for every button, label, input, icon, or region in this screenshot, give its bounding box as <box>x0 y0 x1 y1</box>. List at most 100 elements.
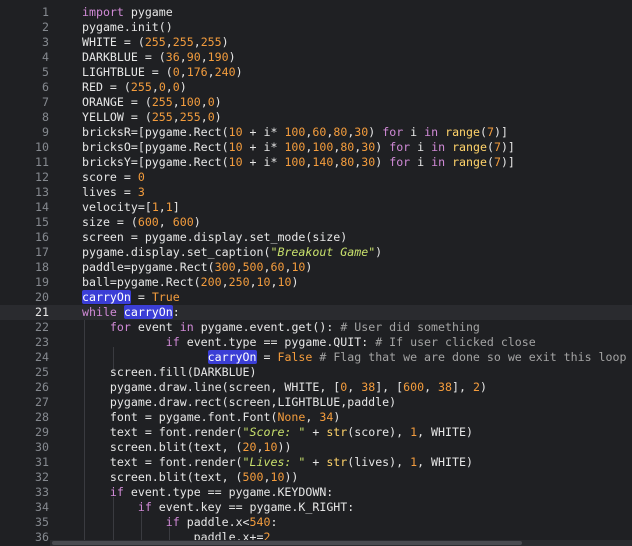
code-line[interactable]: 27 pygame.draw.rect(screen,LIGHTBLUE,pad… <box>0 395 632 410</box>
code-text: , <box>221 275 229 289</box>
keyword: while <box>82 305 117 319</box>
code-line[interactable]: 28 font = pygame.font.Font(None, 34) <box>0 410 632 425</box>
code-line[interactable]: 14 velocity=[1,1] <box>0 200 632 215</box>
literal: 7 <box>493 140 501 154</box>
code-line[interactable]: 12 score = 0 <box>0 170 632 185</box>
code-text: ) <box>305 260 313 274</box>
code-line[interactable]: 8 YELLOW = (255,255,0) <box>0 110 632 125</box>
code-line[interactable]: 7 ORANGE = (255,100,0) <box>0 95 632 110</box>
literal: 80 <box>333 125 348 139</box>
code-text: (lives), <box>347 455 411 469</box>
code-line[interactable]: 10 bricksO=[pygame.Rect(10 + i* 100,100,8… <box>0 140 632 155</box>
literal: 540 <box>249 515 271 529</box>
code-text: , <box>207 65 215 79</box>
code-line[interactable]: 25 screen.fill(DARKBLUE) <box>0 365 632 380</box>
code-line[interactable]: 3 WHITE = (255,255,255) <box>0 35 632 50</box>
code-line[interactable]: 13 lives = 3 <box>0 185 632 200</box>
code-line[interactable]: 20 carryOn = True <box>0 290 632 305</box>
literal: 140 <box>312 155 334 169</box>
code-line[interactable]: 1 import pygame <box>0 5 632 20</box>
code-text: : <box>172 305 180 319</box>
code-text: )) <box>284 470 299 484</box>
line-number: 36 <box>35 530 49 544</box>
keyword: in <box>431 140 446 154</box>
line-number: 4 <box>42 50 49 64</box>
code-text: ) <box>214 95 222 109</box>
scrollbar-thumb[interactable] <box>52 541 522 545</box>
code-text: , <box>172 95 180 109</box>
highlighted-variable: carryOn <box>123 305 173 319</box>
line-number: 31 <box>35 455 49 469</box>
line-number: 1 <box>42 5 49 19</box>
code-line[interactable]: 19 ball=pygame.Rect(200,250,10,10) <box>0 275 632 290</box>
builtin: range <box>452 140 487 154</box>
code-line[interactable]: 18 paddle=pygame.Rect(300,500,60,10) <box>0 260 632 275</box>
code-content: bricksR=[pygame.Rect(10 + i* 100,60,80,3… <box>82 125 508 140</box>
code-text: , <box>235 260 243 274</box>
code-line[interactable]: 26 pygame.draw.line(screen, WHITE, [0, 3… <box>0 380 632 395</box>
code-text: )] <box>493 125 508 139</box>
literal: True <box>151 290 180 304</box>
code-line[interactable]: 24 carryOn = False # Flag that we are do… <box>0 350 632 365</box>
horizontal-scrollbar[interactable] <box>50 540 632 546</box>
code-text: ball=pygame.Rect( <box>82 275 201 289</box>
code-line[interactable]: 33 if event.type == pygame.KEYDOWN: <box>0 485 632 500</box>
code-line[interactable]: 11 bricksY=[pygame.Rect(10 + i* 100,140,8… <box>0 155 632 170</box>
code-text: ( <box>486 155 494 169</box>
code-text: , WHITE) <box>417 425 473 439</box>
code-line[interactable]: 23 if event.type == pygame.QUIT: # If us… <box>0 335 632 350</box>
code-text: LIGHTBLUE = ( <box>82 65 173 79</box>
code-content: carryOn = True <box>82 290 180 305</box>
code-text: ) <box>368 125 383 139</box>
code-line[interactable]: 16 screen = pygame.display.set_mode(size) <box>0 230 632 245</box>
keyword: in <box>424 125 439 139</box>
code-line[interactable]: 4 DARKBLUE = (36,90,190) <box>0 50 632 65</box>
keyword: for <box>109 320 131 334</box>
code-text: + i* <box>242 140 285 154</box>
code-text: ) <box>291 275 299 289</box>
code-line[interactable]: 17 pygame.display.set_caption("Breakout G… <box>0 245 632 260</box>
keyword: in <box>431 155 446 169</box>
literal: 200 <box>200 275 222 289</box>
code-line[interactable]: 29 text = font.render("Score: " + str(sc… <box>0 425 632 440</box>
code-content: size = (600, 600) <box>82 215 201 230</box>
code-text: i <box>410 155 432 169</box>
highlighted-variable: carryOn <box>207 350 257 364</box>
code-text: event.type == pygame.QUIT: <box>179 335 376 349</box>
code-line[interactable]: 35 if paddle.x<540: <box>0 515 632 530</box>
keyword: if <box>109 485 124 499</box>
literal: 10 <box>277 275 292 289</box>
code-text: ) <box>333 410 341 424</box>
code-line[interactable]: 6 RED = (255,0,0) <box>0 80 632 95</box>
line-number: 17 <box>35 245 49 259</box>
line-number: 19 <box>35 275 49 289</box>
code-content: YELLOW = (255,255,0) <box>82 110 222 125</box>
literal: 250 <box>228 275 250 289</box>
code-line[interactable]: 2 pygame.init() <box>0 20 632 35</box>
code-text: RED = ( <box>82 80 131 94</box>
code-line[interactable]: 34 if event.key == pygame.K_RIGHT: <box>0 500 632 515</box>
code-text: pygame <box>123 5 173 19</box>
code-line[interactable]: 31 text = font.render("Lives: " + str(li… <box>0 455 632 470</box>
code-line[interactable]: 22 for event in pygame.event.get(): # Us… <box>0 320 632 335</box>
line-number: 27 <box>35 395 49 409</box>
line-number: 28 <box>35 410 49 424</box>
code-text: ) <box>214 110 222 124</box>
code-content: ball=pygame.Rect(200,250,10,10) <box>82 275 298 290</box>
code-line[interactable]: 21 while carryOn: <box>0 305 632 320</box>
literal: 255 <box>172 35 194 49</box>
code-text: , <box>200 110 208 124</box>
code-text: score = <box>82 170 138 184</box>
literal: 240 <box>214 65 236 79</box>
code-content: if event.type == pygame.QUIT: # If user … <box>82 335 536 350</box>
code-line[interactable]: 5 LIGHTBLUE = (0,176,240) <box>0 65 632 80</box>
code-text: (score), <box>347 425 411 439</box>
literal: 0 <box>207 110 215 124</box>
code-editor[interactable]: 1 import pygame 2 pygame.init() 3 WHITE = (25… <box>0 0 632 546</box>
code-line[interactable]: 9 bricksR=[pygame.Rect(10 + i* 100,60,80,… <box>0 125 632 140</box>
code-line[interactable]: 32 screen.blit(text, (500,10)) <box>0 470 632 485</box>
literal: 600 <box>137 215 159 229</box>
code-line[interactable]: 30 screen.blit(text, (20,10)) <box>0 440 632 455</box>
code-line[interactable]: 15 size = (600, 600) <box>0 215 632 230</box>
